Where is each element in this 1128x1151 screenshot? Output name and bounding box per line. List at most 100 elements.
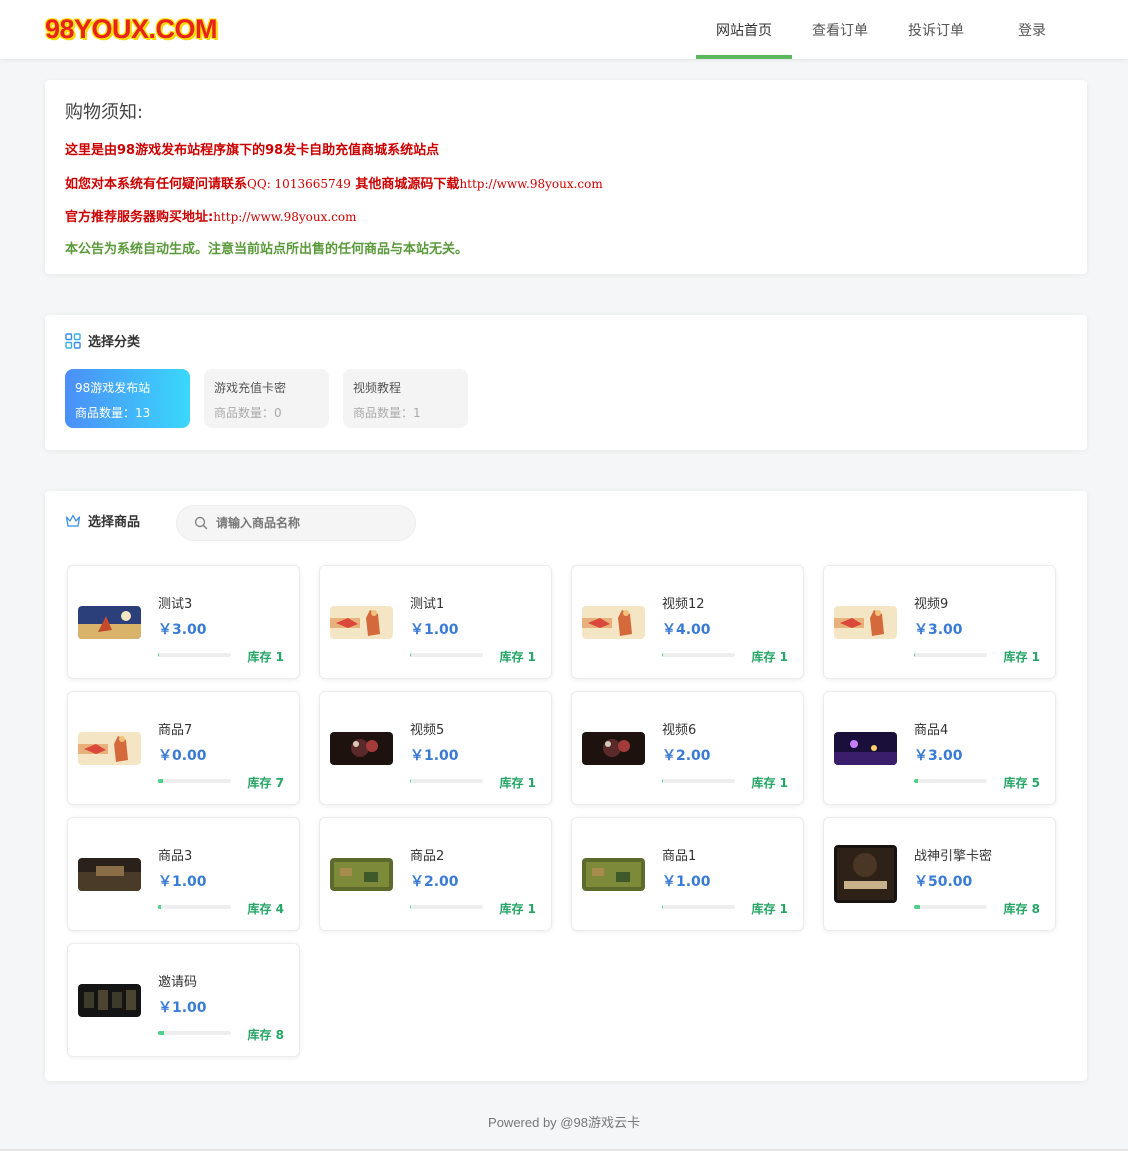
stock-bar-fill bbox=[158, 653, 160, 657]
product-thumbnail bbox=[78, 858, 141, 891]
notice-contact-text: 如您对本系统有任何疑问请联系 bbox=[65, 177, 248, 192]
product-name: 视频12 bbox=[662, 597, 705, 612]
product-name: 视频6 bbox=[662, 723, 697, 738]
nav-item-2[interactable]: 投诉订单 bbox=[888, 0, 984, 59]
product-name: 商品2 bbox=[410, 849, 445, 864]
product-name: 测试1 bbox=[410, 597, 445, 612]
notice-card: 购物须知: 这里是由98游戏发布站程序旗下的98发卡自助充值商城系统站点 如您对… bbox=[45, 80, 1087, 274]
product-stock: 库存 1 bbox=[499, 776, 536, 790]
product-card[interactable]: 战神引擎卡密 ￥50.00 库存 8 bbox=[823, 817, 1056, 931]
product-stock: 库存 1 bbox=[751, 776, 788, 790]
stock-bar-fill bbox=[662, 653, 664, 657]
nav-item-1[interactable]: 查看订单 bbox=[792, 0, 888, 59]
stock-bar-fill bbox=[410, 653, 412, 657]
stock-bar bbox=[914, 905, 987, 909]
stock-bar bbox=[158, 1031, 231, 1035]
stock-bar bbox=[158, 653, 231, 657]
category-count: 商品数量：13 bbox=[75, 406, 151, 420]
nav-item-0[interactable]: 网站首页 bbox=[696, 0, 792, 59]
product-card[interactable]: 邀请码 ￥1.00 库存 8 bbox=[67, 943, 300, 1057]
product-price: ￥1.00 bbox=[158, 1000, 207, 1016]
crown-icon bbox=[65, 514, 81, 527]
product-price: ￥1.00 bbox=[662, 874, 711, 890]
stock-bar-fill bbox=[158, 905, 161, 909]
stock-bar bbox=[662, 905, 735, 909]
product-thumbnail bbox=[330, 858, 393, 891]
notice-line-1: 这里是由98游戏发布站程序旗下的98发卡自助充值商城系统站点 bbox=[65, 143, 440, 158]
site-logo[interactable]: 98YOUX.COM bbox=[45, 14, 218, 45]
notice-server-text: 官方推荐服务器购买地址: bbox=[65, 210, 214, 225]
category-item-1[interactable]: 游戏充值卡密 商品数量：0 bbox=[204, 369, 329, 428]
product-card[interactable]: 视频12 ￥4.00 库存 1 bbox=[571, 565, 804, 679]
main-nav: 网站首页 查看订单 投诉订单 登录 bbox=[696, 0, 1080, 59]
product-card[interactable]: 商品7 ￥0.00 库存 7 bbox=[67, 691, 300, 805]
product-name: 战神引擎卡密 bbox=[914, 849, 993, 864]
product-thumbnail bbox=[78, 606, 141, 639]
goods-section-title: 选择商品 bbox=[65, 511, 140, 530]
product-card[interactable]: 视频6 ￥2.00 库存 1 bbox=[571, 691, 804, 805]
product-name: 商品3 bbox=[158, 849, 193, 864]
product-thumbnail bbox=[582, 606, 645, 639]
goods-title-label: 选择商品 bbox=[88, 515, 141, 530]
category-name: 视频教程 bbox=[353, 381, 402, 395]
stock-bar bbox=[158, 779, 231, 783]
product-thumbnail bbox=[330, 606, 393, 639]
product-thumbnail bbox=[582, 732, 645, 765]
top-header: 98YOUX.COM 网站首页 查看订单 投诉订单 登录 bbox=[0, 0, 1128, 59]
category-section-title: 选择分类 bbox=[65, 331, 140, 350]
search-icon bbox=[194, 516, 208, 530]
notice-line-4: 本公告为系统自动生成。注意当前站点所出售的任何商品与本站无关。 bbox=[65, 242, 469, 257]
category-item-0[interactable]: 98游戏发布站 商品数量：13 bbox=[65, 369, 190, 428]
notice-title: 购物须知: bbox=[65, 102, 144, 123]
product-stock: 库存 1 bbox=[499, 902, 536, 916]
stock-bar-fill bbox=[914, 653, 916, 657]
notice-server-link[interactable]: http://www.98youx.com bbox=[213, 210, 356, 224]
notice-source-link[interactable]: http://www.98youx.com bbox=[459, 177, 602, 191]
product-thumbnail bbox=[330, 732, 393, 765]
product-card[interactable]: 商品3 ￥1.00 库存 4 bbox=[67, 817, 300, 931]
product-name: 测试3 bbox=[158, 597, 193, 612]
product-thumbnail bbox=[834, 732, 897, 765]
stock-bar bbox=[914, 779, 987, 783]
product-card[interactable]: 商品4 ￥3.00 库存 5 bbox=[823, 691, 1056, 805]
product-price: ￥50.00 bbox=[914, 874, 973, 890]
stock-bar-fill bbox=[410, 779, 412, 783]
product-card[interactable]: 测试3 ￥3.00 库存 1 bbox=[67, 565, 300, 679]
search-box[interactable] bbox=[176, 505, 416, 541]
stock-bar-fill bbox=[662, 779, 664, 783]
product-name: 邀请码 bbox=[158, 975, 198, 990]
product-price: ￥2.00 bbox=[662, 748, 711, 764]
product-stock: 库存 5 bbox=[1003, 776, 1040, 790]
goods-grid: 测试3 ￥3.00 库存 1 测试1 ￥1.00 库存 1 视频12 ￥4.00 库存 1 视频9… bbox=[67, 565, 1056, 1057]
product-thumbnail bbox=[834, 606, 897, 639]
product-name: 视频9 bbox=[914, 597, 949, 612]
product-price: ￥4.00 bbox=[662, 622, 711, 638]
product-card[interactable]: 商品1 ￥1.00 库存 1 bbox=[571, 817, 804, 931]
category-grid-icon bbox=[65, 332, 81, 349]
stock-bar bbox=[158, 905, 231, 909]
product-card[interactable]: 视频5 ￥1.00 库存 1 bbox=[319, 691, 552, 805]
stock-bar bbox=[410, 653, 483, 657]
product-price: ￥3.00 bbox=[158, 622, 207, 638]
notice-line-3: 官方推荐服务器购买地址:http://www.98youx.com bbox=[65, 204, 1067, 237]
product-thumbnail bbox=[582, 858, 645, 891]
product-stock: 库存 1 bbox=[751, 902, 788, 916]
product-stock: 库存 7 bbox=[247, 776, 284, 790]
product-card[interactable]: 商品2 ￥2.00 库存 1 bbox=[319, 817, 552, 931]
category-card: 选择分类 98游戏发布站 商品数量：13 游戏充值卡密 商品数量：0 视频教程 商品数量：… bbox=[45, 315, 1087, 450]
stock-bar bbox=[410, 905, 483, 909]
search-input[interactable] bbox=[216, 516, 406, 530]
category-list: 98游戏发布站 商品数量：13 游戏充值卡密 商品数量：0 视频教程 商品数量：1 bbox=[65, 369, 482, 428]
category-item-2[interactable]: 视频教程 商品数量：1 bbox=[343, 369, 468, 428]
product-thumbnail bbox=[78, 984, 141, 1017]
product-price: ￥1.00 bbox=[158, 874, 207, 890]
product-card[interactable]: 视频9 ￥3.00 库存 1 bbox=[823, 565, 1056, 679]
category-title-label: 选择分类 bbox=[88, 335, 141, 350]
nav-item-3[interactable]: 登录 bbox=[984, 0, 1080, 59]
category-count: 商品数量：0 bbox=[214, 406, 282, 420]
goods-card: 选择商品 测试3 ￥3.00 库存 1 测试1 ￥1.00 库存 1 视频12 ￥4.00 库存… bbox=[45, 491, 1087, 1081]
stock-bar bbox=[662, 653, 735, 657]
product-price: ￥1.00 bbox=[410, 748, 459, 764]
product-stock: 库存 1 bbox=[499, 650, 536, 664]
product-card[interactable]: 测试1 ￥1.00 库存 1 bbox=[319, 565, 552, 679]
